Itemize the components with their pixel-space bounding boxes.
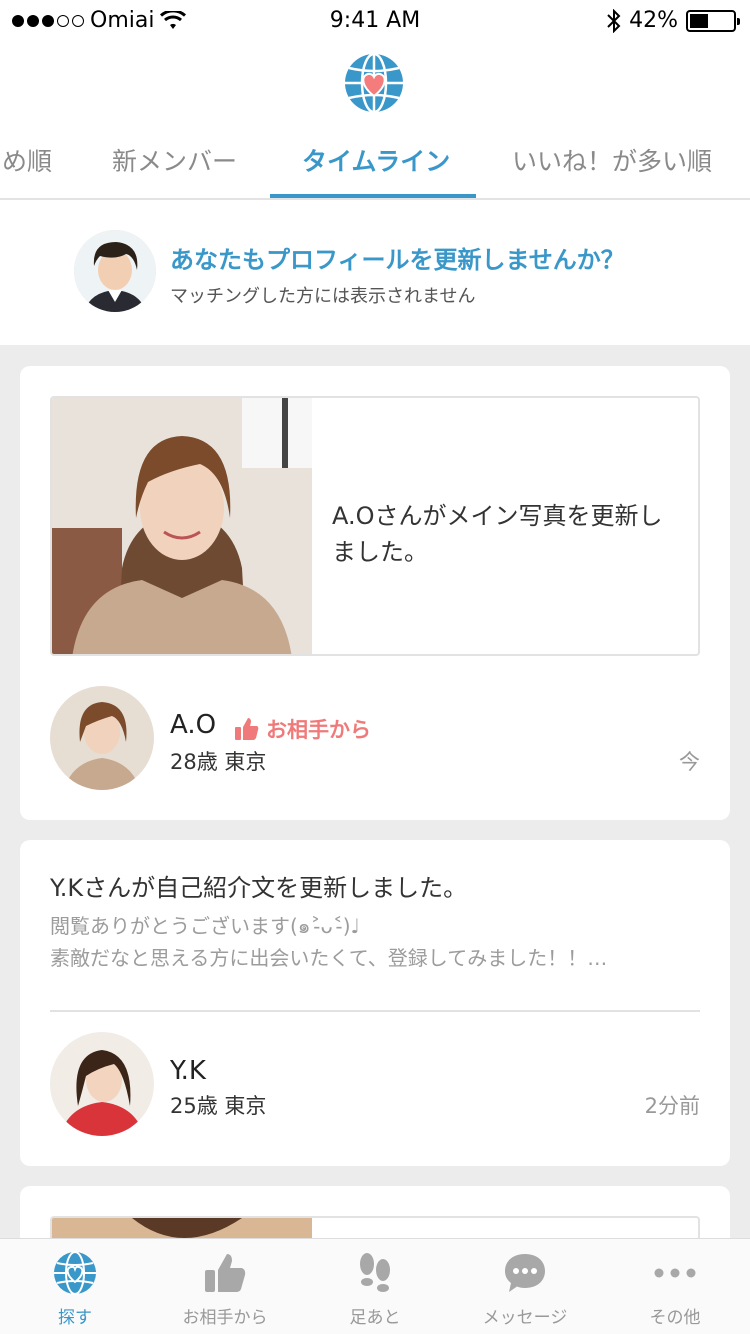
tab-most-likes[interactable]: いいね！が多い順 (512, 142, 712, 178)
promo-subtitle: マッチングした方には表示されません (170, 286, 476, 307)
liked-you-badge: お相手から (234, 714, 371, 744)
timestamp: 今 (679, 750, 700, 774)
tabbar-label: メッセージ (482, 1308, 568, 1328)
battery-icon (686, 9, 740, 32)
timestamp: 2分前 (644, 1094, 700, 1118)
profile-update-prompt[interactable]: あなたもプロフィールを更新しませんか？ マッチングした方には表示されません (0, 200, 750, 345)
user-name: Y.K (170, 1056, 206, 1086)
own-avatar (74, 230, 156, 312)
tabbar-more[interactable]: その他 (600, 1239, 750, 1334)
category-tabs: め順 新メンバー タイムライン いいね！が多い順 (0, 130, 750, 198)
more-dots-icon (654, 1268, 696, 1278)
user-avatar[interactable] (50, 1032, 154, 1136)
tabbar-messages[interactable]: メッセージ (450, 1239, 600, 1334)
tabbar-search[interactable]: 探す (0, 1239, 150, 1334)
tab-timeline[interactable]: タイムライン (302, 142, 450, 178)
thumbs-up-icon (235, 718, 259, 740)
user-name: A.O (170, 710, 217, 740)
user-avatar[interactable] (50, 686, 154, 790)
bottom-tab-bar: 探す お相手から 足あと メッセージ その他 (0, 1238, 750, 1334)
tabbar-label: 足あと (349, 1308, 401, 1328)
battery-percentage: 42% (629, 8, 678, 33)
photo-update-box[interactable]: A.Oさんがメイン写真を更新しました。 (50, 396, 700, 656)
tab-recommended-order[interactable]: め順 (2, 142, 52, 178)
header: め順 新メンバー タイムライン いいね！が多い順 (0, 40, 750, 200)
status-bar: Omiai 9:41 AM 42% (0, 0, 750, 40)
excerpt-line: 素敵だなと思える方に出会いたくて、登録してみました！！… (50, 946, 608, 970)
promo-title: あなたもプロフィールを更新しませんか？ (170, 246, 625, 274)
tab-new-members[interactable]: 新メンバー (112, 142, 237, 178)
chat-bubble-icon (505, 1254, 545, 1292)
updated-main-photo (52, 398, 312, 654)
timeline-card[interactable]: Y.Kさんが自己紹介文を更新しました。 閲覧ありがとうございます(๑˃̵ᴗ˂̵)… (20, 840, 730, 1166)
timeline-card[interactable]: A.Oさんがメイン写真を更新しました。 A.O お相手から 28歳 東京 今 (20, 366, 730, 820)
tabbar-label: お相手から (182, 1308, 268, 1328)
footprints-icon (360, 1253, 390, 1292)
thumbs-up-icon (205, 1254, 246, 1292)
excerpt-line: 閲覧ありがとうございます(๑˃̵ᴗ˂̵)♩ (50, 914, 360, 938)
tabbar-label: その他 (649, 1308, 701, 1328)
liked-you-label: お相手から (266, 718, 371, 742)
tabbar-footprints[interactable]: 足あと (300, 1239, 450, 1334)
omiai-logo-icon (345, 52, 403, 114)
user-age-location: 28歳 東京 (170, 750, 267, 774)
user-age-location: 25歳 東京 (170, 1094, 267, 1118)
bluetooth-icon (607, 8, 621, 33)
tabbar-from-partner[interactable]: お相手から (150, 1239, 300, 1334)
card-divider (50, 1010, 700, 1012)
tabbar-label: 探す (58, 1308, 92, 1328)
update-message: A.Oさんがメイン写真を更新しました。 (332, 502, 663, 566)
globe-heart-icon (54, 1251, 96, 1295)
self-intro-excerpt: 閲覧ありがとうございます(๑˃̵ᴗ˂̵)♩ 素敵だなと思える方に出会いたくて、登… (50, 910, 700, 974)
update-title: Y.Kさんが自己紹介文を更新しました。 (50, 874, 468, 902)
